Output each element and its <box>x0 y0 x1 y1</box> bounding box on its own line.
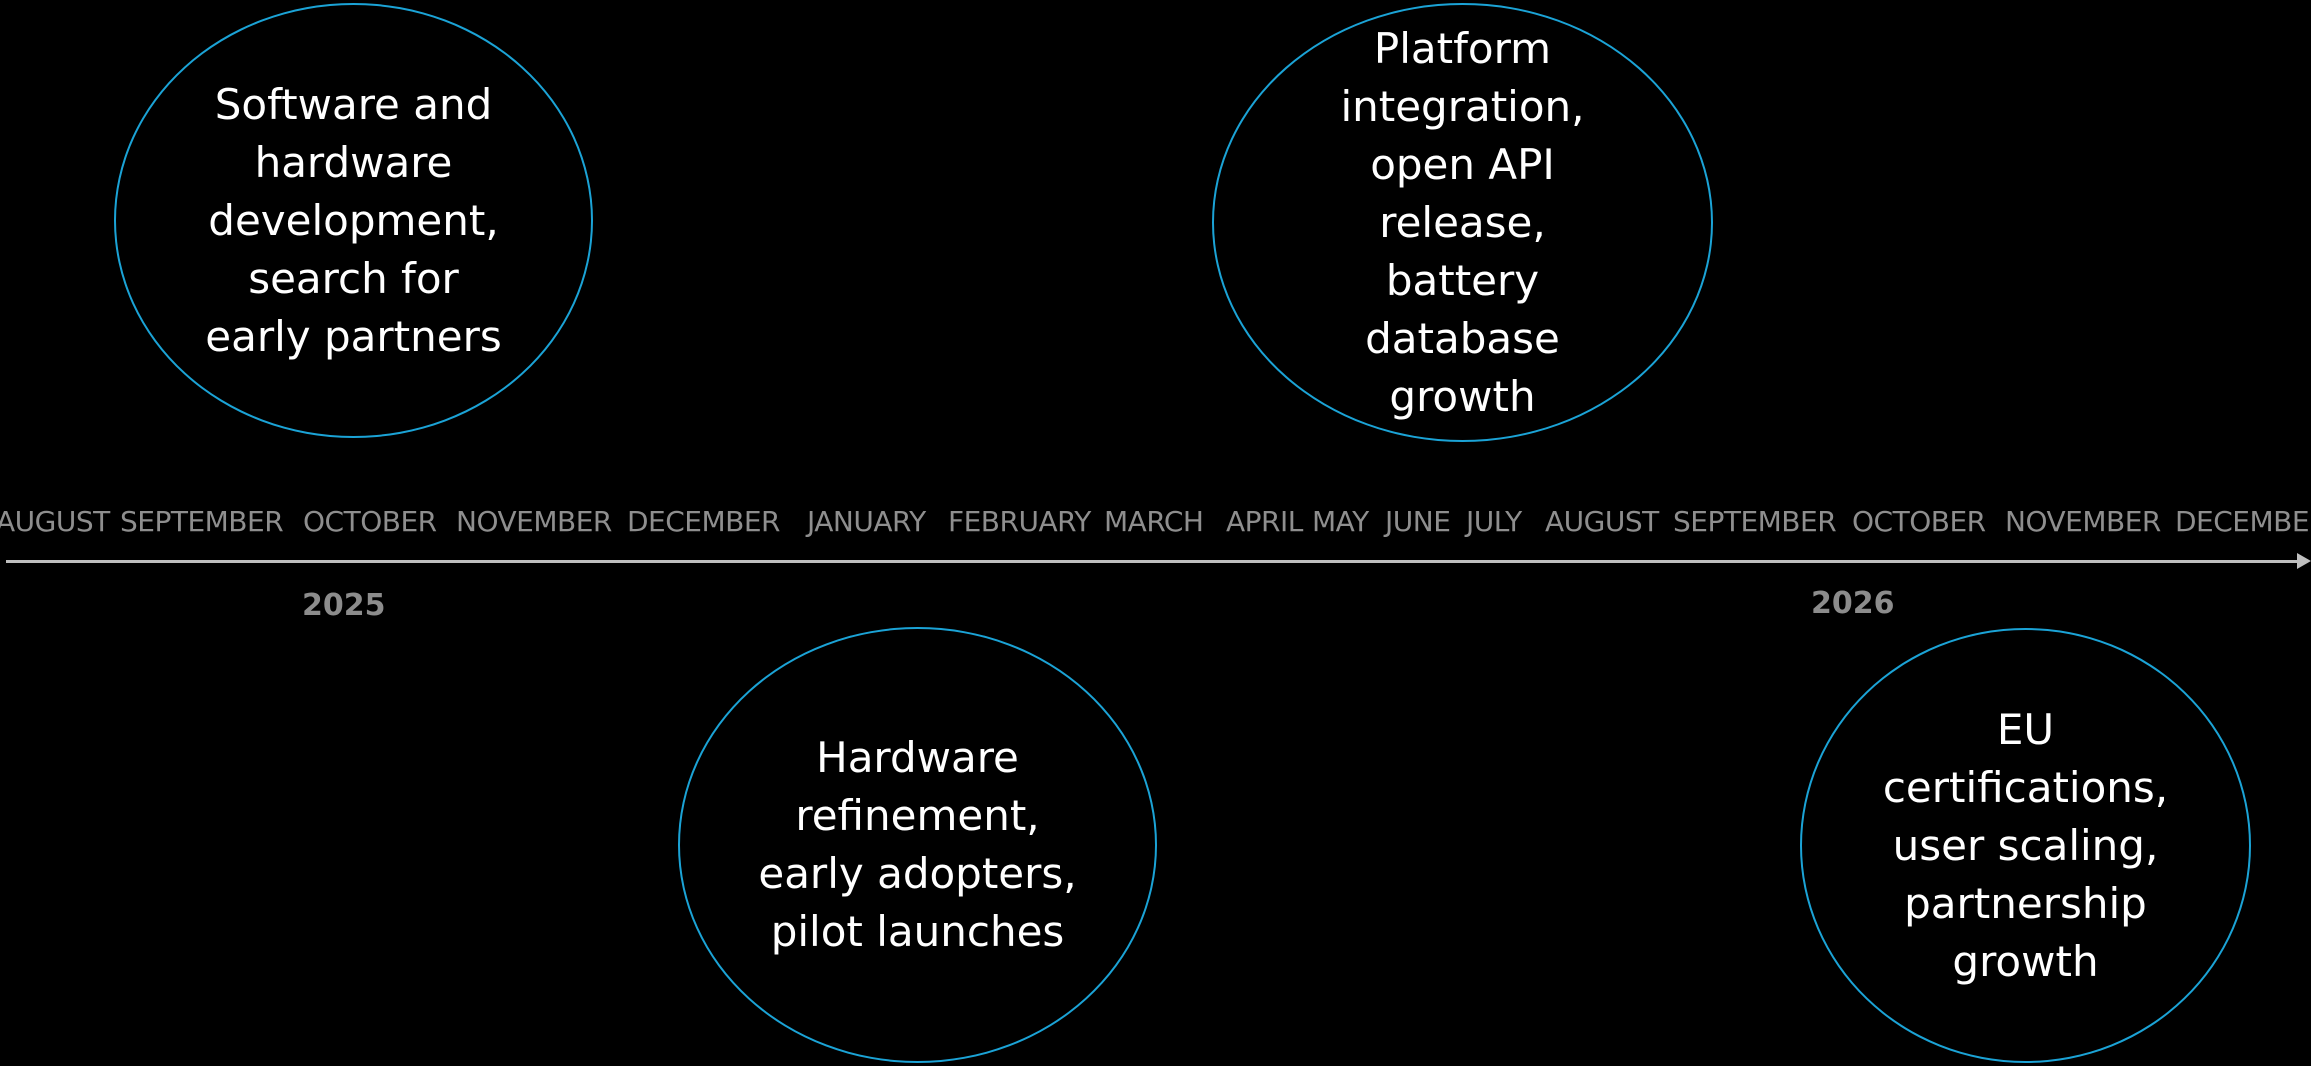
timeline-month-labels: AUGUST SEPTEMBER OCTOBER NOVEMBER DECEMB… <box>0 500 2311 544</box>
month-label: NOVEMBER <box>456 505 612 538</box>
milestone-text-2: Platform integration, open API release, … <box>1340 23 1585 421</box>
month-label: AUGUST <box>0 505 110 538</box>
month-label: MARCH <box>1104 505 1204 538</box>
timeline-arrowhead-icon <box>2297 553 2311 569</box>
month-label: JULY <box>1466 505 1522 538</box>
timeline-axis-line <box>6 560 2301 563</box>
year-label-2025: 2025 <box>302 588 386 623</box>
milestone-text-4: EU certifications, user scaling, partner… <box>1882 704 2169 986</box>
month-label: AUGUST <box>1545 505 1659 538</box>
month-label: OCTOBER <box>1852 505 1986 538</box>
month-label: DECEMBER <box>627 505 781 538</box>
month-label: SEPTEMBER <box>120 505 284 538</box>
month-label: MAY <box>1312 505 1369 538</box>
month-label: JUNE <box>1385 505 1451 538</box>
milestone-circle-4: EU certifications, user scaling, partner… <box>1800 628 2251 1063</box>
milestone-text-1: Software and hardware development, searc… <box>205 79 502 361</box>
month-label: DECEMBER <box>2175 505 2311 538</box>
milestone-circle-1: Software and hardware development, searc… <box>114 3 593 438</box>
month-label: APRIL <box>1226 505 1303 538</box>
milestone-text-3: Hardware refinement, early adopters, pil… <box>758 733 1077 956</box>
month-label: NOVEMBER <box>2005 505 2161 538</box>
month-label: JANUARY <box>807 505 926 538</box>
year-label-2026: 2026 <box>1811 586 1895 621</box>
month-label: SEPTEMBER <box>1673 505 1837 538</box>
month-label: OCTOBER <box>303 505 437 538</box>
milestone-circle-2: Platform integration, open API release, … <box>1212 3 1713 442</box>
month-label: FEBRUARY <box>948 505 1091 538</box>
milestone-circle-3: Hardware refinement, early adopters, pil… <box>678 627 1157 1063</box>
